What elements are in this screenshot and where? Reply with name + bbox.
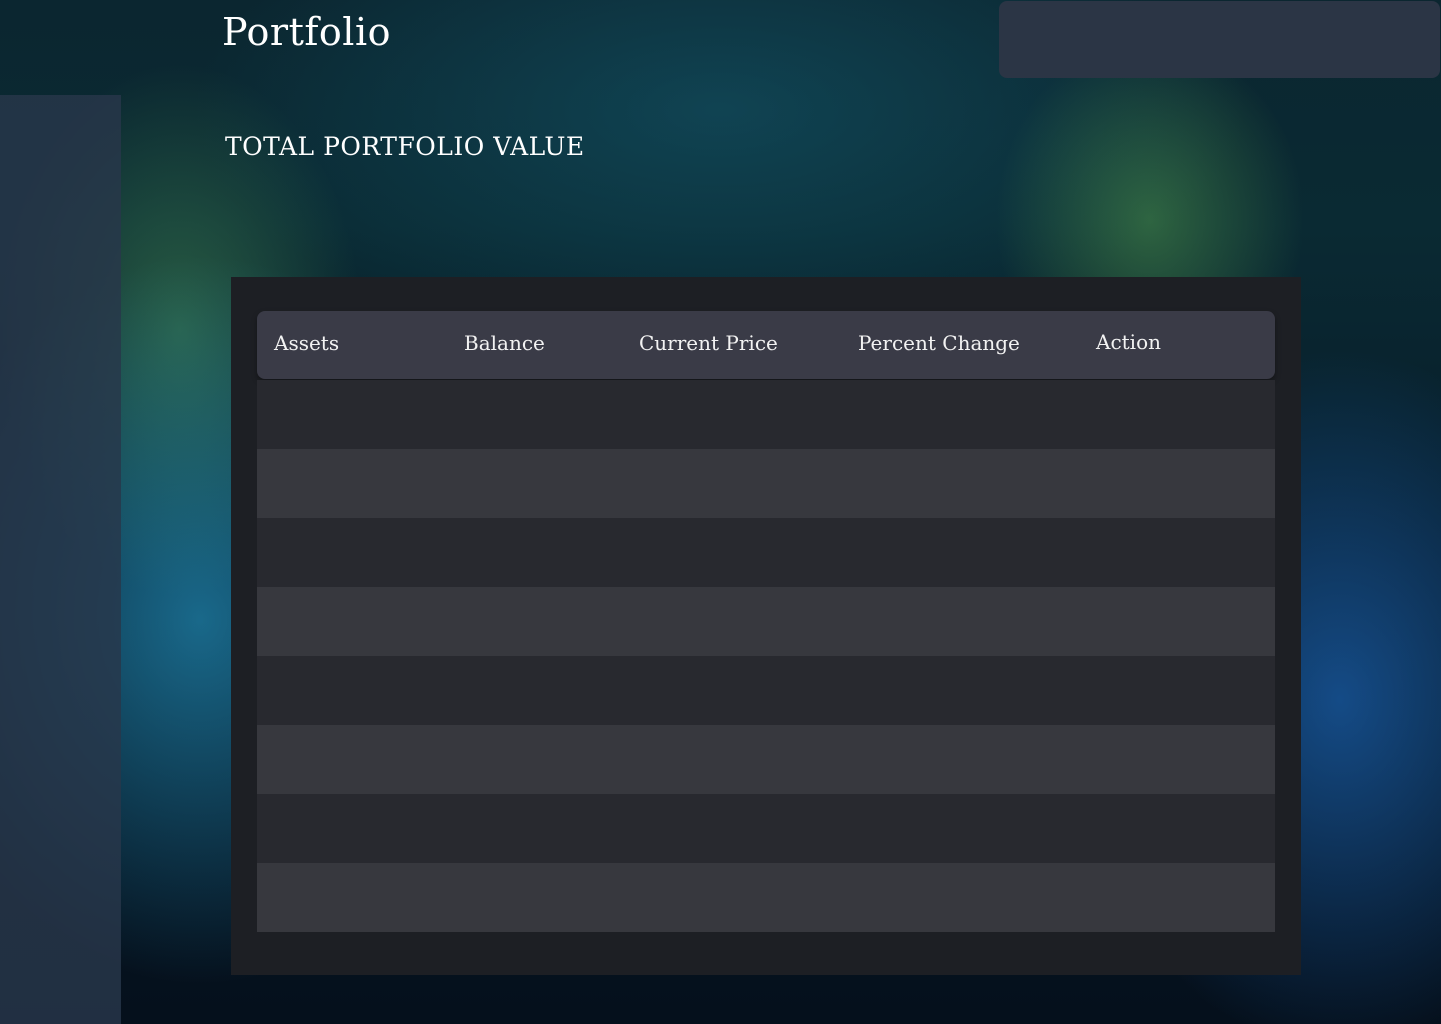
table-row[interactable] bbox=[257, 518, 1275, 587]
table-row[interactable] bbox=[257, 794, 1275, 863]
sidebar bbox=[0, 95, 121, 1024]
total-portfolio-value-label: TOTAL PORTFOLIO VALUE bbox=[225, 132, 585, 161]
column-header-balance[interactable]: Balance bbox=[464, 331, 545, 355]
table-row[interactable] bbox=[257, 656, 1275, 725]
table-row[interactable] bbox=[257, 380, 1275, 449]
column-header-assets[interactable]: Assets bbox=[274, 331, 339, 355]
table-row[interactable] bbox=[257, 725, 1275, 794]
table-body bbox=[257, 380, 1275, 932]
column-header-current-price[interactable]: Current Price bbox=[639, 331, 778, 355]
table-header: Assets Balance Current Price Percent Cha… bbox=[257, 311, 1275, 379]
portfolio-table-card: Assets Balance Current Price Percent Cha… bbox=[231, 277, 1301, 975]
column-header-action[interactable]: Action bbox=[1096, 330, 1161, 354]
page-title: Portfolio bbox=[222, 10, 391, 54]
table-row[interactable] bbox=[257, 863, 1275, 932]
table-row[interactable] bbox=[257, 587, 1275, 656]
account-panel[interactable] bbox=[999, 1, 1440, 78]
column-header-percent-change[interactable]: Percent Change bbox=[858, 331, 1020, 355]
table-row[interactable] bbox=[257, 449, 1275, 518]
